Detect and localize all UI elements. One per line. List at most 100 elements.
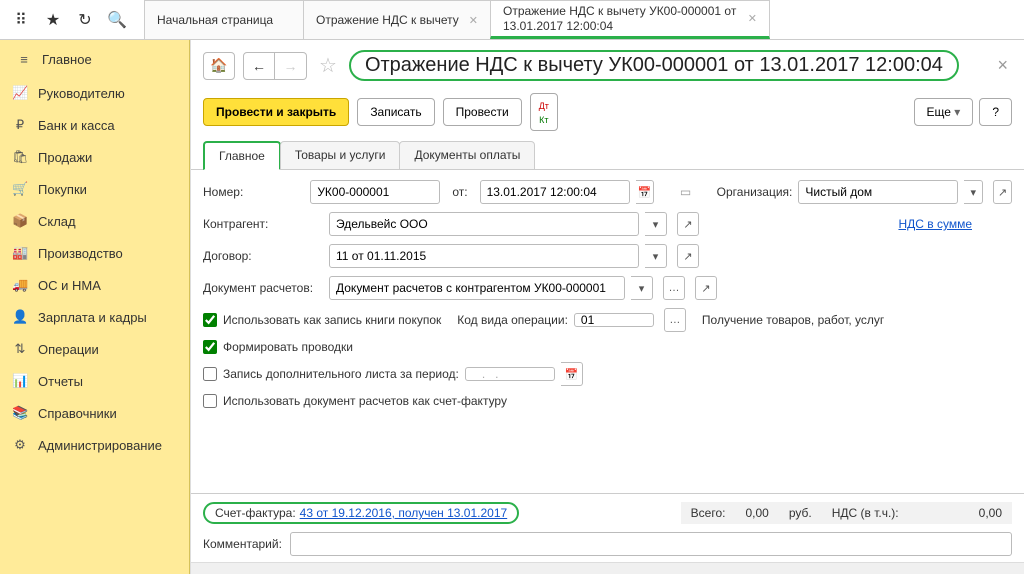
vat-mode-link[interactable]: НДС в сумме bbox=[898, 217, 972, 231]
post-and-close-button[interactable]: Провести и закрыть bbox=[203, 98, 349, 126]
gear-icon: ⚙ bbox=[12, 437, 28, 453]
date-field[interactable] bbox=[480, 180, 630, 204]
open-icon[interactable]: ↗ bbox=[695, 276, 717, 300]
sidebar-item-label: Покупки bbox=[38, 182, 87, 197]
forward-button[interactable]: → bbox=[275, 52, 307, 80]
open-icon[interactable]: ↗ bbox=[677, 244, 699, 268]
sidebar-item-manager[interactable]: 📈Руководителю bbox=[0, 77, 189, 109]
close-icon[interactable]: ✕ bbox=[469, 14, 478, 27]
box-icon: 📦 bbox=[12, 213, 28, 229]
contract-field[interactable] bbox=[329, 244, 639, 268]
content-area: 🏠 ← → ☆ Отражение НДС к вычету УК00-0000… bbox=[190, 40, 1024, 574]
sidebar-item-label: Руководителю bbox=[38, 86, 125, 101]
subtab-main[interactable]: Главное bbox=[203, 141, 281, 170]
invoice-label: Счет-фактура: bbox=[215, 506, 296, 520]
page-header: 🏠 ← → ☆ Отражение НДС к вычету УК00-0000… bbox=[191, 40, 1024, 89]
contragent-field[interactable] bbox=[329, 212, 639, 236]
back-button[interactable]: ← bbox=[243, 52, 275, 80]
subtab-goods[interactable]: Товары и услуги bbox=[280, 141, 401, 170]
more-button[interactable]: Еще bbox=[914, 98, 974, 126]
apps-icon[interactable]: ⠿ bbox=[6, 5, 36, 35]
close-icon[interactable]: ✕ bbox=[748, 12, 757, 25]
open-icon[interactable]: ↗ bbox=[993, 180, 1012, 204]
sidebar-item-label: Склад bbox=[38, 214, 76, 229]
chk-extra-sheet[interactable] bbox=[203, 367, 217, 381]
vat-inc-label: НДС (в т.ч.): bbox=[832, 506, 899, 520]
sidebar-item-warehouse[interactable]: 📦 Склад bbox=[0, 205, 189, 237]
chk-postings[interactable] bbox=[203, 340, 217, 354]
sidebar-item-assets[interactable]: 🚚ОС и НМА bbox=[0, 269, 189, 301]
menu-icon: ≡ bbox=[16, 52, 32, 67]
favorite-icon[interactable]: ☆ bbox=[315, 53, 341, 78]
help-button[interactable]: ? bbox=[979, 98, 1012, 126]
sidebar-item-label: Продажи bbox=[38, 150, 92, 165]
sidebar-item-hr[interactable]: 👤Зарплата и кадры bbox=[0, 301, 189, 333]
org-field[interactable] bbox=[798, 180, 958, 204]
number-field[interactable] bbox=[310, 180, 440, 204]
sidebar-item-catalogs[interactable]: 📚Справочники bbox=[0, 397, 189, 429]
search-icon[interactable]: 🔍 bbox=[102, 5, 132, 35]
settle-doc-field[interactable] bbox=[329, 276, 625, 300]
sidebar-item-admin[interactable]: ⚙ Администрирование bbox=[0, 429, 189, 461]
tab-vat-list[interactable]: Отражение НДС к вычету ✕ bbox=[303, 0, 491, 39]
sidebar: ≡ Главное 📈Руководителю ₽Банк и касса 🛍Пр… bbox=[0, 40, 190, 574]
number-label: Номер: bbox=[203, 185, 304, 199]
op-code-label: Код вида операции: bbox=[457, 313, 568, 327]
sidebar-item-purchases[interactable]: 🛒Покупки bbox=[0, 173, 189, 205]
sidebar-item-label: Администрирование bbox=[38, 438, 162, 453]
comment-field[interactable] bbox=[290, 532, 1012, 556]
tab-label: Начальная страница bbox=[157, 13, 273, 27]
chk-purchase-book-label: Использовать как запись книги покупок bbox=[223, 313, 441, 327]
dtkt-button[interactable]: ДтКт bbox=[530, 93, 558, 131]
dropdown-icon[interactable]: ▾ bbox=[631, 276, 653, 300]
op-code-desc: Получение товаров, работ, услуг bbox=[702, 313, 884, 327]
total-value: 0,00 bbox=[745, 506, 768, 520]
sidebar-item-operations[interactable]: ⇅Операции bbox=[0, 333, 189, 365]
op-code-field[interactable] bbox=[574, 313, 654, 327]
star-icon[interactable]: ★ bbox=[38, 5, 68, 35]
scrollbar-horizontal[interactable] bbox=[191, 562, 1024, 574]
subtab-paydocs[interactable]: Документы оплаты bbox=[399, 141, 535, 170]
totals-bar: Всего: 0,00 руб. НДС (в т.ч.): 0,00 bbox=[681, 502, 1012, 524]
extra-sheet-date-field[interactable] bbox=[465, 367, 555, 381]
tab-vat-doc[interactable]: Отражение НДС к вычету УК00-000001 от 13… bbox=[490, 0, 770, 39]
chk-use-as-invoice-label: Использовать документ расчетов как счет-… bbox=[223, 394, 507, 408]
sidebar-item-production[interactable]: 🏭 Производство bbox=[0, 237, 189, 269]
dropdown-icon[interactable]: ▾ bbox=[964, 180, 983, 204]
person-icon: 👤 bbox=[12, 309, 28, 325]
sidebar-item-label: Производство bbox=[38, 246, 123, 261]
factory-icon: 🏭 bbox=[12, 245, 28, 261]
barchart-icon: 📊 bbox=[12, 373, 28, 389]
total-label: Всего: bbox=[691, 506, 726, 520]
history-icon[interactable]: ↻ bbox=[70, 5, 100, 35]
invoice-info: Счет-фактура: 43 от 19.12.2016, получен … bbox=[203, 502, 519, 524]
select-icon[interactable]: … bbox=[663, 276, 685, 300]
invoice-link[interactable]: 43 от 19.12.2016, получен 13.01.2017 bbox=[300, 506, 508, 520]
post-button[interactable]: Провести bbox=[443, 98, 522, 126]
close-icon[interactable]: × bbox=[993, 51, 1012, 80]
home-button[interactable]: 🏠 bbox=[203, 52, 235, 80]
top-bar: ⠿ ★ ↻ 🔍 Начальная страница Отражение НДС… bbox=[0, 0, 1024, 40]
sidebar-item-bank[interactable]: ₽Банк и касса bbox=[0, 109, 189, 141]
tab-home[interactable]: Начальная страница bbox=[144, 0, 304, 39]
dropdown-icon[interactable]: ▾ bbox=[645, 244, 667, 268]
chk-purchase-book[interactable] bbox=[203, 313, 217, 327]
sidebar-item-sales[interactable]: 🛍Продажи bbox=[0, 141, 189, 173]
footer: Счет-фактура: 43 от 19.12.2016, получен … bbox=[191, 493, 1024, 562]
dropdown-icon[interactable]: ▾ bbox=[645, 212, 667, 236]
sidebar-item-label: Главное bbox=[42, 52, 92, 67]
updown-icon: ⇅ bbox=[12, 341, 28, 357]
sidebar-item-reports[interactable]: 📊Отчеты bbox=[0, 365, 189, 397]
save-button[interactable]: Записать bbox=[357, 98, 434, 126]
calendar-icon[interactable]: 📅 bbox=[561, 362, 583, 386]
currency-label: руб. bbox=[789, 506, 812, 520]
select-icon[interactable]: … bbox=[664, 308, 686, 332]
sidebar-item-main[interactable]: ≡ Главное bbox=[0, 42, 189, 77]
open-icon[interactable]: ↗ bbox=[677, 212, 699, 236]
sidebar-item-label: ОС и НМА bbox=[38, 278, 101, 293]
calendar-icon[interactable]: 📅 bbox=[636, 180, 655, 204]
chk-postings-label: Формировать проводки bbox=[223, 340, 353, 354]
from-label: от: bbox=[452, 185, 467, 199]
chk-use-as-invoice[interactable] bbox=[203, 394, 217, 408]
ruble-icon: ₽ bbox=[12, 117, 28, 133]
